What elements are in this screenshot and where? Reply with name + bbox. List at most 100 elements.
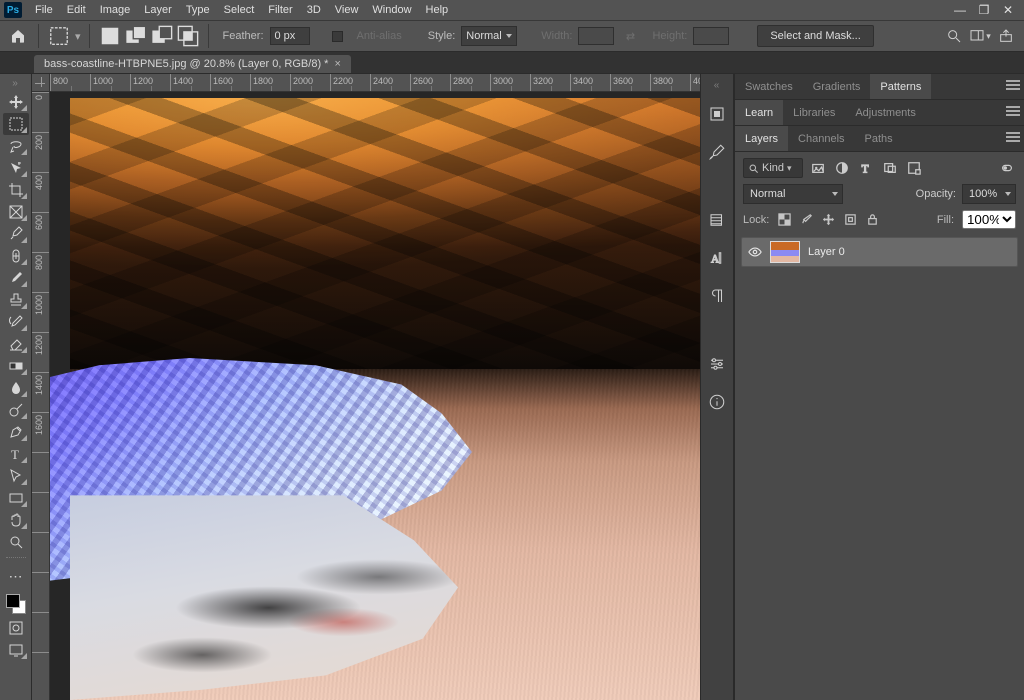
layer-filter-kind[interactable]: Kind ▾ xyxy=(743,158,803,178)
filter-smart-icon[interactable] xyxy=(905,159,923,177)
menu-window[interactable]: Window xyxy=(365,0,418,20)
document-canvas[interactable] xyxy=(50,92,700,700)
selection-intersect[interactable] xyxy=(176,24,200,48)
ruler-origin[interactable] xyxy=(32,74,50,92)
healing-tool[interactable] xyxy=(3,245,29,267)
search-icon[interactable] xyxy=(942,24,966,48)
tab-libraries[interactable]: Libraries xyxy=(783,100,845,125)
brushes-panel-icon[interactable] xyxy=(705,140,729,164)
tab-swatches[interactable]: Swatches xyxy=(735,74,803,99)
menu-type[interactable]: Type xyxy=(179,0,217,20)
selection-add[interactable] xyxy=(124,24,148,48)
window-close[interactable]: ✕ xyxy=(996,3,1020,17)
menu-3d[interactable]: 3D xyxy=(300,0,328,20)
marquee-tool[interactable] xyxy=(3,113,29,135)
filter-type-icon[interactable]: T xyxy=(857,159,875,177)
close-tab-icon[interactable]: × xyxy=(334,58,340,70)
fill-input[interactable]: 100% xyxy=(962,210,1016,229)
blur-tool[interactable] xyxy=(3,377,29,399)
window-minimize[interactable]: — xyxy=(948,3,972,17)
tab-channels[interactable]: Channels xyxy=(788,126,854,151)
eyedropper-tool[interactable] xyxy=(3,223,29,245)
character-panel-icon[interactable]: A xyxy=(705,246,729,270)
move-tool[interactable] xyxy=(3,91,29,113)
share-icon[interactable] xyxy=(994,24,1018,48)
pen-tool[interactable] xyxy=(3,421,29,443)
foreground-color[interactable] xyxy=(6,594,20,608)
filter-adjust-icon[interactable] xyxy=(833,159,851,177)
hand-tool[interactable] xyxy=(3,509,29,531)
opacity-input[interactable]: 100% xyxy=(962,184,1016,204)
quick-select-tool[interactable] xyxy=(3,157,29,179)
filter-toggle[interactable] xyxy=(998,159,1016,177)
zoom-tool[interactable] xyxy=(3,531,29,553)
tab-adjustments[interactable]: Adjustments xyxy=(845,100,926,125)
layer-row[interactable]: Layer 0 xyxy=(741,237,1018,267)
history-brush-tool[interactable] xyxy=(3,311,29,333)
lasso-tool[interactable] xyxy=(3,135,29,157)
history-panel-icon[interactable] xyxy=(705,208,729,232)
blend-mode-select[interactable]: Normal xyxy=(743,184,843,204)
frame-tool[interactable] xyxy=(3,201,29,223)
document-tab[interactable]: bass-coastline-HTBPNE5.jpg @ 20.8% (Laye… xyxy=(34,55,351,73)
filter-pixel-icon[interactable] xyxy=(809,159,827,177)
shape-tool[interactable] xyxy=(3,487,29,509)
panel-menu-icon[interactable] xyxy=(1006,106,1020,119)
color-swatches[interactable] xyxy=(3,591,29,617)
tab-paths[interactable]: Paths xyxy=(855,126,903,151)
tab-layers[interactable]: Layers xyxy=(735,126,788,151)
stamp-tool[interactable] xyxy=(3,289,29,311)
visibility-toggle-icon[interactable] xyxy=(748,245,762,259)
feather-label: Feather: xyxy=(217,30,266,42)
menu-image[interactable]: Image xyxy=(93,0,138,20)
lock-image-icon[interactable] xyxy=(799,213,813,227)
quick-mask-toggle[interactable] xyxy=(3,617,29,639)
crop-tool[interactable] xyxy=(3,179,29,201)
screen-mode[interactable] xyxy=(3,639,29,661)
current-tool-icon[interactable] xyxy=(47,24,71,48)
menu-edit[interactable]: Edit xyxy=(60,0,93,20)
menu-filter[interactable]: Filter xyxy=(261,0,299,20)
select-and-mask-button[interactable]: Select and Mask... xyxy=(757,25,874,47)
type-tool[interactable]: T xyxy=(3,443,29,465)
dodge-tool[interactable] xyxy=(3,399,29,421)
selection-new[interactable] xyxy=(98,24,122,48)
paragraph-panel-icon[interactable] xyxy=(705,284,729,308)
gradient-tool[interactable] xyxy=(3,355,29,377)
tab-gradients[interactable]: Gradients xyxy=(803,74,871,99)
properties-panel-icon[interactable] xyxy=(705,352,729,376)
toolbar-grip[interactable]: » xyxy=(12,78,19,89)
lock-position-icon[interactable] xyxy=(821,213,835,227)
lock-artboard-icon[interactable] xyxy=(843,213,857,227)
panel-menu-icon[interactable] xyxy=(1006,132,1020,145)
lock-all-icon[interactable] xyxy=(865,213,879,227)
tab-learn[interactable]: Learn xyxy=(735,100,783,125)
ruler-vertical[interactable]: 0 200 400 600 800 1000 1200 1400 1600 xyxy=(32,92,50,700)
dock-grip[interactable]: « xyxy=(714,84,721,88)
window-maximize[interactable]: ❐ xyxy=(972,3,996,17)
menu-help[interactable]: Help xyxy=(419,0,456,20)
selection-subtract[interactable] xyxy=(150,24,174,48)
edit-toolbar[interactable]: ⋯ xyxy=(3,565,29,587)
menu-view[interactable]: View xyxy=(328,0,366,20)
eraser-tool[interactable] xyxy=(3,333,29,355)
ruler-horizontal[interactable]: 800 1000 1200 1400 1600 1800 2000 2200 2… xyxy=(50,74,700,92)
menu-layer[interactable]: Layer xyxy=(137,0,179,20)
ruler-tick: 1200 xyxy=(34,335,44,355)
style-select[interactable]: Normal xyxy=(461,26,517,46)
layer-name[interactable]: Layer 0 xyxy=(808,246,845,258)
filter-shape-icon[interactable] xyxy=(881,159,899,177)
menu-file[interactable]: File xyxy=(28,0,60,20)
feather-input[interactable] xyxy=(270,27,310,45)
path-select-tool[interactable] xyxy=(3,465,29,487)
tab-patterns[interactable]: Patterns xyxy=(870,74,931,99)
home-button[interactable] xyxy=(6,24,30,48)
layer-thumbnail[interactable] xyxy=(770,241,800,263)
workspace-picker-icon[interactable]: ▾ xyxy=(968,24,992,48)
panel-menu-icon[interactable] xyxy=(1006,80,1020,93)
lock-transparency-icon[interactable] xyxy=(777,213,791,227)
color-panel-icon[interactable] xyxy=(705,102,729,126)
menu-select[interactable]: Select xyxy=(217,0,262,20)
brush-tool[interactable] xyxy=(3,267,29,289)
info-panel-icon[interactable] xyxy=(705,390,729,414)
